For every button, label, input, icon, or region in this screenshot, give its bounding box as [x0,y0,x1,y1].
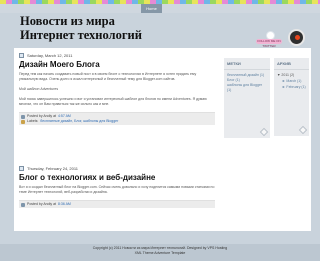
site-title[interactable]: Новости из мира Интернет технологий [20,14,200,42]
post: Thursday, February 24, 2011 Блог о техно… [19,165,215,208]
post-time-link[interactable]: 8:36 AM [58,202,71,207]
sidebar-archive-widget: АРХИВ ▼ 2011 (2) ► March (1) ► February … [274,58,309,136]
archive-widget-title: АРХИВ [274,58,309,70]
archive-month-toggle[interactable]: ► February (1) [277,84,306,90]
labels-list: бесплатный дизайн (1) Блог (1) шаблоны д… [224,70,270,96]
page-footer: Copyright (c) 2011 Новости из мира Интер… [0,244,320,261]
post-paragraph: Мой шаблон Adventures [19,87,59,91]
post-paragraph: Мой поиск завершилось успешно и вот я ус… [19,97,207,106]
posted-by-text: Posted by Andiy at [27,202,56,206]
main-column: Saturday, March 12, 2011 Дизайн Моего Бл… [16,50,221,229]
nav-home-link[interactable]: Home [141,4,162,13]
content-container: Saturday, March 12, 2011 Дизайн Моего Бл… [14,48,311,231]
archive-month-link[interactable]: ► February (1) [282,85,306,89]
author-icon [21,202,25,207]
calendar-icon [19,165,24,171]
tag-icon [21,119,25,124]
post-date: Thursday, February 24, 2011 [19,165,215,171]
labels-widget-title: МЕТКИ [224,58,270,70]
post-paragraph: Перед тем как начать создавать новый пос… [19,72,197,81]
post-body: Перед тем как начать создавать новый пос… [19,72,215,107]
edit-widget-icon[interactable] [298,125,308,135]
archive-month-link[interactable]: ► March (1) [282,79,301,83]
post-date-text: Thursday, February 24, 2011 [27,165,78,171]
author-icon [21,114,25,119]
site-title-line2: Интернет технологий [20,28,142,42]
post-footer: Posted by Andiy at 4:57 AM Labels: беспл… [19,112,215,125]
post-body: Вот я и создал бесплатный блог на Blogge… [19,185,215,195]
post-date: Saturday, March 12, 2011 [19,52,215,58]
site-title-line1: Новости из мира [20,14,115,28]
label-link[interactable]: шаблоны для Blogger (1) [227,83,267,93]
edit-widget-icon[interactable] [259,127,269,137]
twitter-follow-badge[interactable]: FOLLOW ME ON TWITTER [256,39,282,48]
post-title-link[interactable]: Дизайн Моего Блога [19,60,215,70]
post-date-text: Saturday, March 12, 2011 [27,52,73,58]
rss-icon[interactable] [288,29,305,46]
labels-prefix: Labels: [27,119,39,123]
post-title-link[interactable]: Блог о технологиях и веб-дизайне [19,173,215,183]
post: Saturday, March 12, 2011 Дизайн Моего Бл… [19,52,215,125]
post-footer: Posted by Andiy at 8:36 AM [19,200,215,208]
post-labels-links[interactable]: бесплатные дизайн, Блог, шаблоны для Blo… [40,119,118,124]
post-paragraph: Вот я и создал бесплатный блог на Blogge… [19,185,215,194]
sidebar-labels-widget: МЕТКИ бесплатный дизайн (1) Блог (1) шаб… [224,58,270,138]
footer-template-credit: XML Theme Adventure Template [134,251,186,255]
calendar-icon [19,52,24,58]
archive-tree: ▼ 2011 (2) ► March (1) ► February (1) [274,70,309,92]
